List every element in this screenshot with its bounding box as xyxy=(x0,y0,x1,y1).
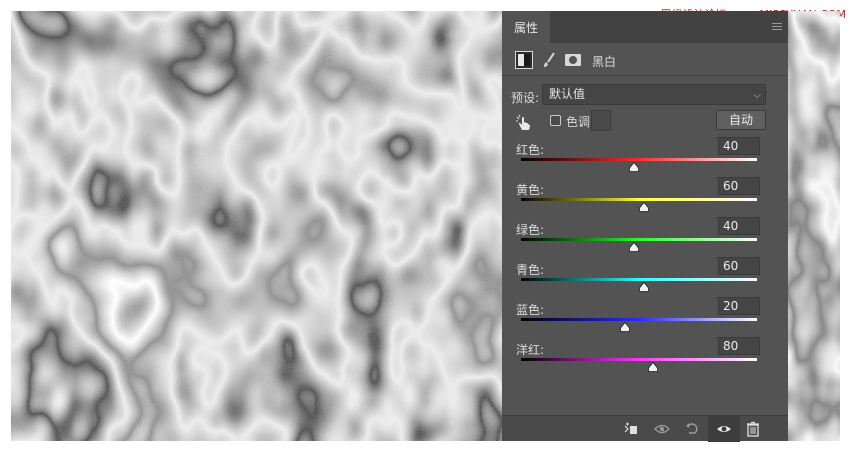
properties-panel: 属性 黑白 预设: 默认值 ⌵ 色调 自动 红色: 40 黄色: 60 绿色: 40 青色:… xyxy=(502,11,788,442)
slider-row: 青色: 60 xyxy=(502,257,788,301)
slider-row: 洋红: 80 xyxy=(502,337,788,381)
slider-thumb-icon[interactable] xyxy=(629,162,640,172)
panel-menu-icon[interactable] xyxy=(772,23,782,32)
reset-icon[interactable] xyxy=(684,421,700,437)
tint-color-swatch[interactable] xyxy=(591,110,611,131)
slider-gradient-track[interactable] xyxy=(521,358,757,361)
slider-thumb-icon[interactable] xyxy=(638,282,649,292)
tint-checkbox[interactable] xyxy=(550,115,561,126)
brush-icon[interactable] xyxy=(542,52,556,68)
slider-thumb-icon[interactable] xyxy=(638,202,649,212)
slider-label: 绿色: xyxy=(516,223,545,237)
document-canvas[interactable] xyxy=(11,11,502,441)
slider-thumb-icon[interactable] xyxy=(648,362,659,372)
slider-row: 红色: 40 xyxy=(502,137,788,181)
auto-button[interactable]: 自动 xyxy=(716,110,766,130)
clip-to-layer-icon[interactable] xyxy=(623,421,639,437)
adjustment-title-row: 黑白 xyxy=(502,43,788,76)
slider-value-input[interactable]: 40 xyxy=(718,217,760,235)
slider-row: 黄色: 60 xyxy=(502,177,788,221)
slider-label: 红色: xyxy=(516,143,545,157)
panel-bottom-bar xyxy=(502,415,788,442)
slider-gradient-track[interactable] xyxy=(521,158,757,161)
slider-label: 黄色: xyxy=(516,183,545,197)
document-canvas-right-edge[interactable] xyxy=(788,11,840,441)
view-previous-state-icon[interactable] xyxy=(654,421,670,437)
slider-label: 青色: xyxy=(516,263,545,277)
preset-dropdown[interactable]: 默认值 ⌵ xyxy=(542,84,766,105)
slider-value-input[interactable]: 80 xyxy=(718,337,760,355)
slider-label: 蓝色: xyxy=(516,303,545,317)
chevron-down-icon: ⌵ xyxy=(753,90,761,101)
adjustment-title: 黑白 xyxy=(592,55,617,69)
preset-value: 默认值 xyxy=(549,87,586,101)
chrome-texture-image xyxy=(11,11,502,441)
tint-label: 色调 xyxy=(566,115,591,129)
slider-row: 蓝色: 20 xyxy=(502,297,788,341)
slider-value-input[interactable]: 60 xyxy=(718,257,760,275)
targeted-adjustment-hand-icon[interactable] xyxy=(515,114,533,132)
screenshot-frame: 思缘设计论坛 www.MISSYUAN.COM xyxy=(0,0,852,452)
mask-icon[interactable] xyxy=(565,54,581,66)
visibility-eye-icon[interactable] xyxy=(716,421,732,437)
slider-row: 绿色: 40 xyxy=(502,217,788,261)
slider-gradient-track[interactable] xyxy=(521,238,757,241)
trash-icon[interactable] xyxy=(745,421,761,437)
black-white-adjustment-icon xyxy=(515,51,533,69)
preset-label: 预设: xyxy=(511,91,540,105)
slider-gradient-track[interactable] xyxy=(521,278,757,281)
chrome-texture-image-edge xyxy=(788,11,840,441)
slider-value-input[interactable]: 40 xyxy=(718,137,760,155)
slider-thumb-icon[interactable] xyxy=(619,322,630,332)
panel-tab-bar: 属性 xyxy=(502,11,788,43)
tab-properties[interactable]: 属性 xyxy=(502,11,550,43)
slider-thumb-icon[interactable] xyxy=(629,242,640,252)
slider-value-input[interactable]: 60 xyxy=(718,177,760,195)
slider-value-input[interactable]: 20 xyxy=(718,297,760,315)
slider-label: 洋红: xyxy=(516,343,545,357)
slider-gradient-track[interactable] xyxy=(521,198,757,201)
slider-gradient-track[interactable] xyxy=(521,318,757,321)
